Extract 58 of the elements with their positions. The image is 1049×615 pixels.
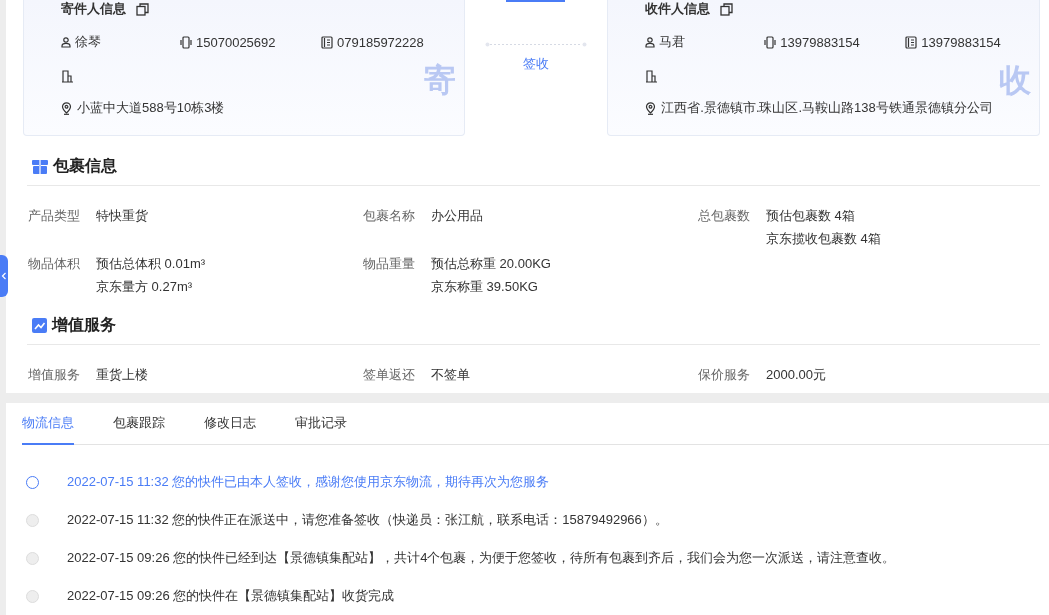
building-icon bbox=[61, 69, 74, 83]
location-pin-icon bbox=[61, 101, 72, 115]
copy-icon[interactable] bbox=[136, 2, 149, 16]
address-text: 江西省.景德镇市.珠山区.马鞍山路138号铁通景德镇分公司 bbox=[661, 99, 993, 117]
field-value: 重货上楼 bbox=[96, 366, 148, 384]
mobile-number: 13979883154 bbox=[780, 34, 860, 50]
mobile-phone-icon bbox=[180, 35, 192, 49]
chevron-left-icon bbox=[1, 272, 7, 280]
telephone-icon bbox=[321, 35, 333, 49]
package-icon bbox=[32, 159, 48, 174]
field-value: 预估总体积 0.01m³ bbox=[96, 255, 206, 273]
address-text: 小蓝中大道588号10栋3楼 bbox=[77, 99, 225, 117]
field-value: 预估包裹数 4箱 bbox=[766, 207, 856, 225]
field-value: 京东量方 0.27m³ bbox=[96, 278, 194, 296]
location-pin-icon bbox=[645, 101, 657, 115]
contact-name: 徐琴 bbox=[75, 33, 101, 51]
field-label: 物品体积 bbox=[28, 255, 81, 273]
person-icon bbox=[645, 36, 656, 48]
field-label: 物品重量 bbox=[363, 255, 416, 273]
timeline-entry: 2022-07-15 11:32 您的快件已由本人签收，感谢您使用京东物流，期待再次为您服务 bbox=[67, 473, 550, 491]
field-label: 保价服务 bbox=[698, 366, 751, 384]
phone-number: 13979883154 bbox=[921, 34, 1001, 50]
field-value: 办公用品 bbox=[431, 207, 483, 225]
field-value: 特快重货 bbox=[96, 207, 148, 225]
tab[interactable]: 包裹跟踪 bbox=[113, 403, 165, 445]
field-label: 签单返还 bbox=[363, 366, 416, 384]
section-title: 增值服务 bbox=[52, 315, 116, 335]
trend-chart-icon bbox=[32, 318, 47, 333]
tab[interactable]: 审批记录 bbox=[295, 403, 347, 445]
tab[interactable]: 修改日志 bbox=[204, 403, 256, 445]
collapse-handle[interactable] bbox=[0, 255, 8, 297]
copy-icon[interactable] bbox=[720, 2, 734, 16]
card-title: 收件人信息 bbox=[645, 0, 711, 18]
field-label: 产品类型 bbox=[28, 207, 81, 225]
card-stamp-text: 寄 bbox=[423, 64, 456, 96]
timeline-entry: 2022-07-15 11:32 您的快件正在派送中，请您准备签收（快递员：张江航，联系电话：15879492966）。 bbox=[67, 511, 668, 529]
phone-number: 079185972228 bbox=[337, 34, 424, 50]
card-title: 寄件人信息 bbox=[61, 0, 126, 18]
tab[interactable]: 物流信息 bbox=[22, 403, 74, 445]
section-title: 包裹信息 bbox=[53, 156, 117, 176]
field-label: 增值服务 bbox=[28, 366, 81, 384]
person-icon bbox=[61, 36, 71, 48]
mobile-phone-icon bbox=[764, 35, 777, 49]
card-stamp-text: 收 bbox=[999, 64, 1031, 96]
field-value: 京东揽收包裹数 4箱 bbox=[766, 230, 881, 248]
timeline-entry: 2022-07-15 09:26 您的快件已经到达【景德镇集配站】，共计4个包裹，为便于您签收，待所有包裹到齐后，我们会为您一次派送，请注意查收。 bbox=[67, 549, 896, 567]
timeline-entry: 2022-07-15 09:26 您的快件在【景德镇集配站】收货完成 bbox=[67, 587, 395, 605]
field-value: 预估总称重 20.00KG bbox=[431, 255, 551, 273]
telephone-icon bbox=[905, 35, 918, 49]
field-value: 不签单 bbox=[431, 366, 470, 384]
field-label: 包裹名称 bbox=[363, 207, 416, 225]
contact-name: 马君 bbox=[659, 33, 686, 51]
field-value: 2000.00元 bbox=[766, 366, 826, 384]
field-value: 京东称重 39.50KG bbox=[431, 278, 539, 296]
building-icon bbox=[645, 69, 659, 83]
status-label: 签收 bbox=[523, 55, 549, 73]
field-label: 总包裹数 bbox=[698, 207, 751, 225]
mobile-number: 15070025692 bbox=[196, 34, 276, 50]
